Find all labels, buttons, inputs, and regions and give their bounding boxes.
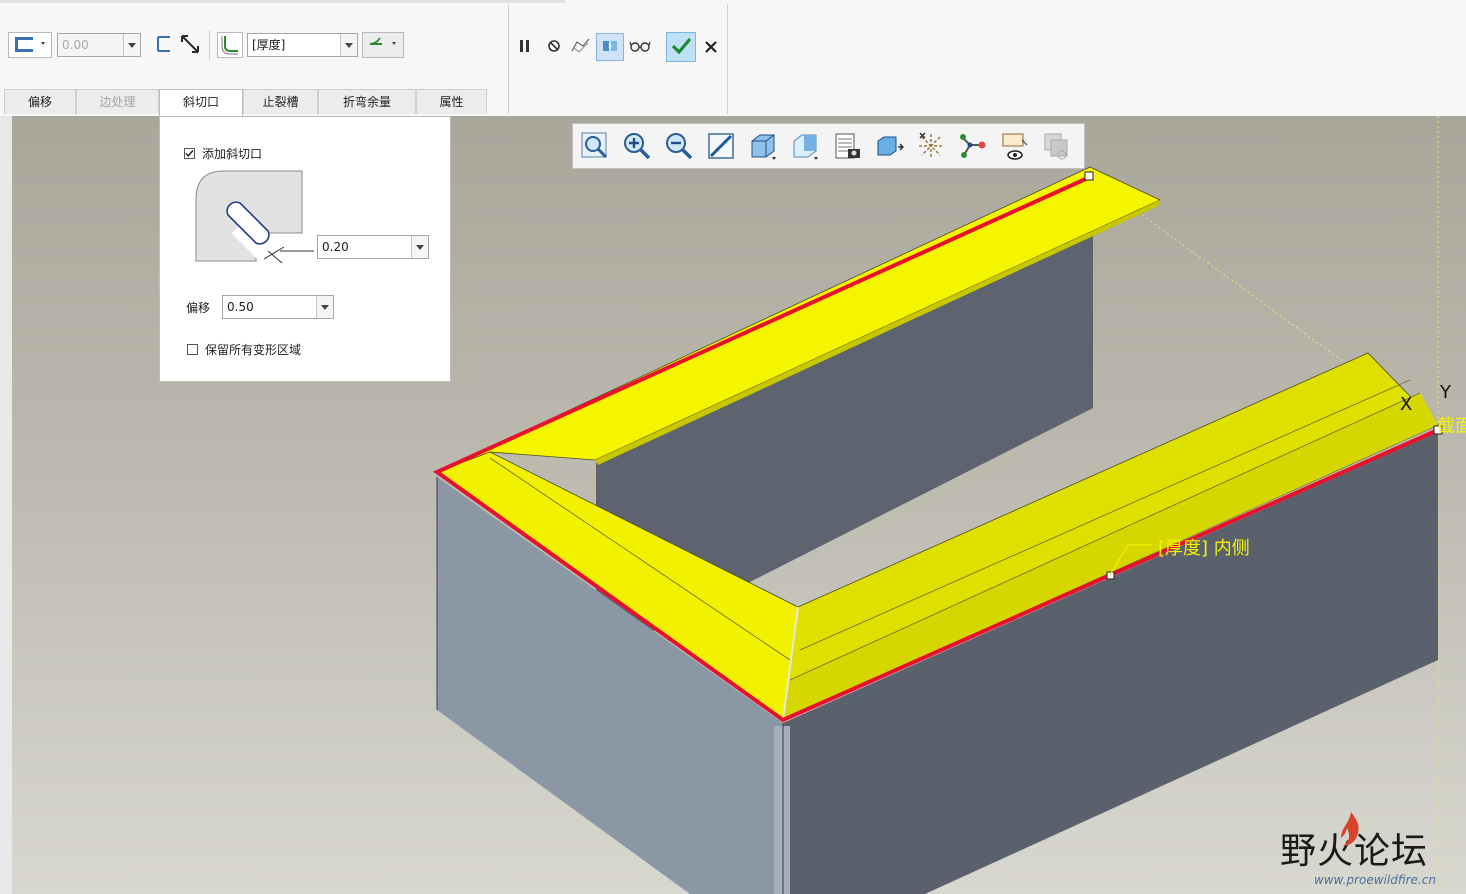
saved-orientations-button[interactable]	[788, 130, 822, 164]
spin-center-icon	[916, 131, 946, 164]
ribbon-separator	[209, 30, 210, 60]
perspective-icon	[874, 131, 905, 164]
glasses-preview-button[interactable]	[627, 34, 653, 60]
zoom-out-button[interactable]	[662, 130, 696, 164]
tab-properties[interactable]: 属性	[416, 89, 487, 114]
spin-center-button[interactable]	[914, 130, 948, 164]
ribbon-end-separator	[727, 4, 728, 114]
repaint-button[interactable]	[704, 130, 738, 164]
miter-width-text: 0.20	[322, 240, 349, 254]
stop-button[interactable]	[541, 34, 567, 60]
bend-inside-icon	[219, 33, 241, 58]
pause-button[interactable]	[512, 34, 538, 60]
length-value-field[interactable]: 0.00	[57, 33, 141, 57]
in-graphics-toolbar	[572, 123, 1085, 169]
thickness-side-annotation[interactable]: [厚度] 内侧	[1158, 534, 1250, 560]
zoom-in-button[interactable]	[620, 130, 654, 164]
zoom-out-icon	[664, 131, 694, 164]
thickness-option-select[interactable]: [厚度]	[247, 33, 358, 57]
tab-edge-treatment[interactable]: 边处理	[76, 89, 159, 114]
datum-plane-label: 截面	[1437, 416, 1466, 437]
datum-display-icon	[958, 131, 988, 164]
tab-bend-allowance[interactable]: 折弯余量	[318, 89, 416, 114]
display-style-button[interactable]	[746, 130, 780, 164]
miter-offset-label: 偏移	[186, 301, 211, 315]
ribbon-group-separator	[508, 4, 509, 114]
miter-diagram-icon	[194, 169, 316, 276]
axis-x-label: X	[1400, 394, 1413, 415]
zoom-in-icon	[622, 131, 652, 164]
bend-position-icon	[365, 33, 401, 58]
verify-button[interactable]	[568, 34, 594, 60]
preview-toggle-button[interactable]	[596, 33, 624, 61]
view-manager-button[interactable]	[830, 130, 864, 164]
verify-icon	[570, 37, 592, 58]
miter-offset-field[interactable]: 0.50	[222, 295, 334, 319]
appearance-button[interactable]	[1040, 130, 1074, 164]
confirm-check-icon	[670, 36, 692, 59]
keep-deformation-checkbox[interactable]	[187, 344, 198, 355]
add-miter-label[interactable]: 添加斜切口	[202, 145, 262, 162]
stop-icon	[547, 39, 561, 56]
axis-y-label: Y	[1440, 382, 1451, 403]
repaint-icon	[706, 131, 736, 164]
annotation-display-button[interactable]	[998, 130, 1032, 164]
feature-dashboard: 0.00 [厚度] 偏移 边处理 斜切口 止裂槽 折弯余量 属性	[0, 0, 1466, 117]
length-value-text: 0.00	[62, 38, 89, 52]
perspective-view-button[interactable]	[872, 130, 906, 164]
length-type-button[interactable]	[8, 32, 52, 58]
ribbon-top-line	[0, 0, 565, 3]
annotation-display-icon	[1000, 131, 1030, 164]
saved-orientations-icon	[790, 131, 820, 164]
tab-offset[interactable]: 偏移	[4, 89, 76, 114]
view-manager-icon	[832, 131, 862, 164]
thickness-side-button[interactable]	[217, 32, 243, 58]
datum-display-button[interactable]	[956, 130, 990, 164]
thickness-option-text: [厚度]	[252, 38, 286, 52]
preview-icon	[600, 38, 620, 57]
confirm-button[interactable]	[666, 32, 696, 62]
miter-width-field[interactable]: 0.20	[317, 235, 429, 259]
keep-deformation-label[interactable]: 保留所有变形区域	[205, 341, 301, 358]
flip-arrows-icon	[178, 32, 202, 59]
display-style-icon	[748, 131, 778, 164]
checkmark-icon	[185, 150, 194, 157]
cancel-x-icon	[705, 40, 717, 56]
flip-side-button[interactable]	[152, 32, 178, 58]
tab-relief[interactable]: 止裂槽	[243, 89, 318, 114]
watermark-url: www.proewildfire.cn	[1314, 873, 1436, 887]
tab-miter-cut[interactable]: 斜切口	[159, 89, 243, 116]
length-type-icon	[11, 33, 49, 58]
flame-logo-icon	[1337, 810, 1363, 853]
zoom-to-fit-icon	[580, 131, 610, 164]
cancel-button[interactable]	[698, 35, 724, 61]
zoom-to-fit-button[interactable]	[578, 130, 612, 164]
pause-icon	[518, 39, 532, 56]
add-miter-checkbox[interactable]	[184, 148, 195, 159]
miter-offset-text: 0.50	[227, 300, 254, 314]
bend-position-button[interactable]	[362, 32, 404, 58]
appearance-icon	[1042, 131, 1072, 164]
glasses-icon	[629, 39, 651, 56]
flip-side-icon	[154, 33, 176, 58]
flip-direction-button[interactable]	[177, 32, 203, 58]
miter-cut-panel: 添加斜切口 0.20 偏移 0.50 保留所有变形区域	[159, 116, 451, 382]
